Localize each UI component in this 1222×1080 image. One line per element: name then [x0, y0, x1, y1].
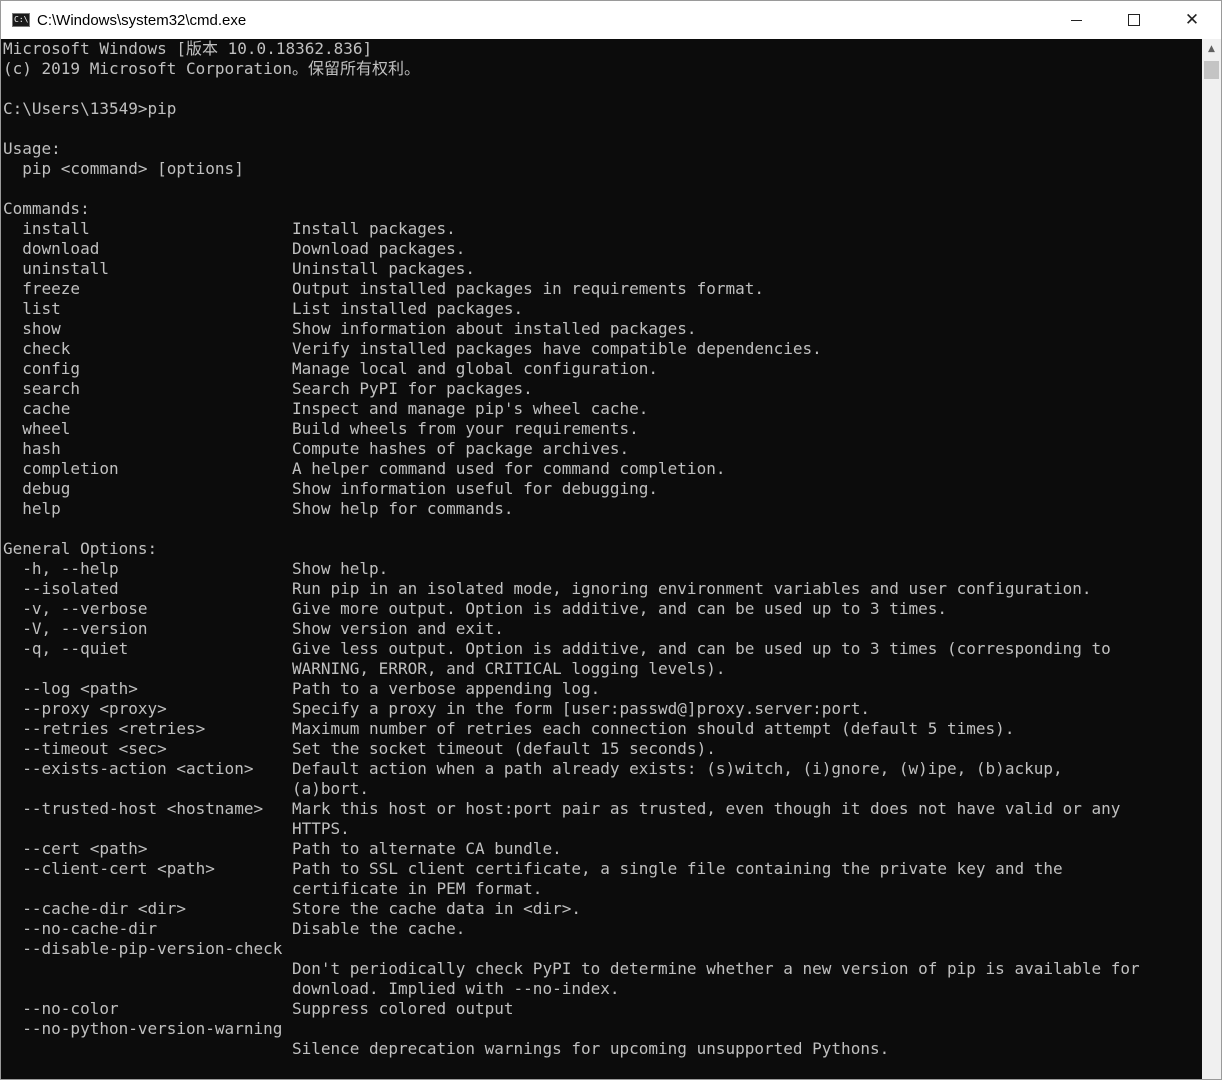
console-line: Don't periodically check PyPI to determi…	[3, 959, 1140, 978]
console-line: HTTPS.	[3, 819, 350, 838]
console-line: pip <command> [options]	[3, 159, 244, 178]
console-output[interactable]: Microsoft Windows [版本 10.0.18362.836] (c)…	[1, 39, 1202, 1079]
console-line: hash Compute hashes of package archives.	[3, 439, 630, 458]
window-controls: ✕	[1047, 1, 1221, 39]
console-line: freeze Output installed packages in requ…	[3, 279, 764, 298]
console-line: --disable-pip-version-check	[3, 939, 283, 958]
minimize-icon	[1070, 19, 1082, 21]
window-title: C:\Windows\system32\cmd.exe	[37, 11, 247, 29]
console-line: install Install packages.	[3, 219, 456, 238]
console-line: --no-color Suppress colored output	[3, 999, 514, 1018]
console-line: --no-cache-dir Disable the cache.	[3, 919, 466, 938]
console-line: config Manage local and global configura…	[3, 359, 659, 378]
console-lines: Microsoft Windows [版本 10.0.18362.836] (c)…	[3, 39, 1140, 1059]
vertical-scrollbar[interactable]: ▲	[1202, 39, 1221, 1079]
console-line: --isolated Run pip in an isolated mode, …	[3, 579, 1092, 598]
scroll-up-arrow-icon[interactable]: ▲	[1202, 39, 1221, 58]
console-line: --cache-dir <dir> Store the cache data i…	[3, 899, 581, 918]
cmd-window: C:\ C:\Windows\system32\cmd.exe ✕ Micros…	[0, 0, 1222, 1080]
scrollbar-thumb[interactable]	[1204, 61, 1219, 79]
title-bar[interactable]: C:\ C:\Windows\system32\cmd.exe ✕	[1, 1, 1221, 39]
console-line: --exists-action <action> Default action …	[3, 759, 1063, 778]
console-line: Silence deprecation warnings for upcomin…	[3, 1039, 890, 1058]
console-line: -v, --verbose Give more output. Option i…	[3, 599, 948, 618]
console-line: debug Show information useful for debugg…	[3, 479, 659, 498]
console-line: --no-python-version-warning	[3, 1019, 283, 1038]
console-line: --cert <path> Path to alternate CA bundl…	[3, 839, 562, 858]
console-line: --retries <retries> Maximum number of re…	[3, 719, 1015, 738]
console-line: -V, --version Show version and exit.	[3, 619, 504, 638]
console-line: completion A helper command used for com…	[3, 459, 726, 478]
console-line: help Show help for commands.	[3, 499, 514, 518]
console-line: cache Inspect and manage pip's wheel cac…	[3, 399, 649, 418]
console-line: Usage:	[3, 139, 61, 158]
console-line: Commands:	[3, 199, 90, 218]
minimize-button[interactable]	[1047, 1, 1105, 39]
console-line: uninstall Uninstall packages.	[3, 259, 476, 278]
console-line: --log <path> Path to a verbose appending…	[3, 679, 601, 698]
console-line: (c) 2019 Microsoft Corporation。保留所有权利。	[3, 59, 420, 78]
console-line: C:\Users\13549>pip	[3, 99, 177, 118]
console-line: search Search PyPI for packages.	[3, 379, 533, 398]
console-line: download Download packages.	[3, 239, 466, 258]
close-button[interactable]: ✕	[1163, 1, 1221, 39]
console-line: -q, --quiet Give less output. Option is …	[3, 639, 1111, 658]
console-line: Microsoft Windows [版本 10.0.18362.836]	[3, 39, 373, 58]
console-line: --timeout <sec> Set the socket timeout (…	[3, 739, 716, 758]
maximize-button[interactable]	[1105, 1, 1163, 39]
console-line: show Show information about installed pa…	[3, 319, 697, 338]
close-icon: ✕	[1184, 9, 1200, 30]
maximize-icon	[1128, 14, 1140, 26]
cmd-app-icon[interactable]: C:\	[12, 13, 30, 27]
console-line: certificate in PEM format.	[3, 879, 543, 898]
console-line: wheel Build wheels from your requirement…	[3, 419, 639, 438]
console-line: check Verify installed packages have com…	[3, 339, 822, 358]
console-line: list List installed packages.	[3, 299, 524, 318]
console-line: -h, --help Show help.	[3, 559, 389, 578]
console-line: --proxy <proxy> Specify a proxy in the f…	[3, 699, 870, 718]
console-line: --trusted-host <hostname> Mark this host…	[3, 799, 1121, 818]
console-line: --client-cert <path> Path to SSL client …	[3, 859, 1063, 878]
console-line: download. Implied with --no-index.	[3, 979, 620, 998]
console-line: WARNING, ERROR, and CRITICAL logging lev…	[3, 659, 726, 678]
console-line: (a)bort.	[3, 779, 370, 798]
console-line: General Options:	[3, 539, 158, 558]
